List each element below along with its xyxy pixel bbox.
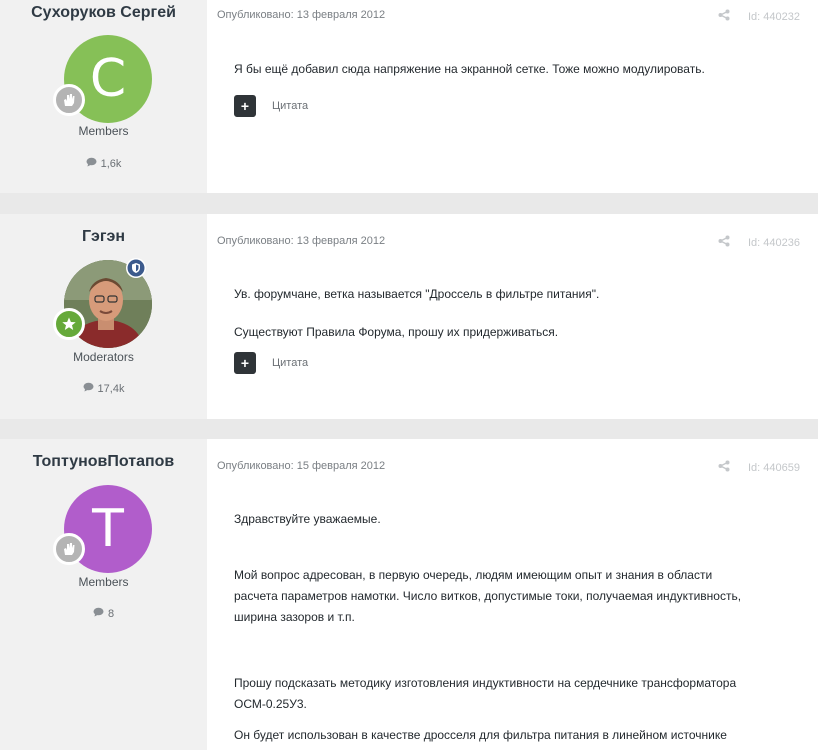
- post-count-value: 8: [107, 607, 115, 620]
- post-count: 17,4k: [0, 382, 207, 395]
- paragraph: Мой вопрос адресован, в первую очередь, …: [234, 568, 713, 582]
- member-group: Members: [78, 124, 129, 138]
- share-icon[interactable]: [718, 460, 730, 475]
- paragraph: Существуют Правила Форума, прошу их прид…: [234, 325, 559, 339]
- paragraph: расчета параметров намотки. Число витков…: [234, 589, 742, 603]
- post-body: Опубликовано: 13 февраля 2012 Id: 440232…: [207, 0, 818, 193]
- multiquote-button[interactable]: +: [234, 352, 256, 374]
- share-icon[interactable]: [718, 235, 730, 250]
- published-date[interactable]: Опубликовано: 13 февраля 2012: [217, 235, 385, 247]
- post-body: Опубликовано: 15 февраля 2012 Id: 440659…: [207, 439, 818, 750]
- rank-star-icon: [53, 308, 85, 340]
- post-count-value: 17,4k: [97, 382, 125, 395]
- paragraph: ОСМ-0.25У3.: [234, 697, 307, 711]
- author-name[interactable]: Сухоруков Сергей: [0, 4, 207, 22]
- post-id: Id: 440659: [748, 461, 800, 474]
- post-count: 1,6k: [0, 157, 207, 170]
- author-panel: Сухоруков Сергей С Members 1,6k: [0, 0, 207, 193]
- post-content: Здравствуйте уважаемые. Мой вопрос адрес…: [234, 509, 741, 746]
- member-group: Members: [78, 575, 129, 589]
- post: ТоптуновПотапов Т Members 8 Опубликовано…: [0, 439, 818, 750]
- quote-button[interactable]: Цитата: [272, 357, 308, 369]
- share-icon[interactable]: [718, 9, 730, 24]
- published-date[interactable]: Опубликовано: 15 февраля 2012: [217, 460, 385, 472]
- post-id: Id: 440232: [748, 10, 800, 23]
- published-date[interactable]: Опубликовано: 13 февраля 2012: [217, 9, 385, 21]
- moderator-shield-icon: [126, 258, 146, 278]
- paragraph: Он будет использован в качестве дросселя…: [234, 728, 727, 742]
- author-name[interactable]: Гэгэн: [0, 228, 207, 246]
- author-panel: Гэгэн Moderators 17,4k: [0, 214, 207, 419]
- quote-row: + Цитата: [234, 352, 308, 374]
- post-body: Опубликовано: 13 февраля 2012 Id: 440236…: [207, 214, 818, 419]
- post: Сухоруков Сергей С Members 1,6k Опублико…: [0, 0, 818, 193]
- author-name[interactable]: ТоптуновПотапов: [0, 453, 207, 471]
- paragraph: Ув. форумчане, ветка называется "Дроссел…: [234, 287, 600, 301]
- paragraph: ширина зазоров и т.п.: [234, 610, 355, 624]
- post: Гэгэн Moderators 17,4k Опубликовано: 13 …: [0, 214, 818, 419]
- quote-button[interactable]: Цитата: [272, 100, 308, 112]
- comment-icon: [93, 607, 104, 620]
- comment-icon: [86, 157, 97, 170]
- member-group: Moderators: [73, 350, 134, 364]
- quote-row: + Цитата: [234, 95, 308, 117]
- post-content: Ув. форумчане, ветка называется "Дроссел…: [234, 284, 599, 342]
- post-count: 8: [0, 607, 207, 620]
- paragraph: Я бы ещё добавил сюда напряжение на экра…: [234, 62, 705, 76]
- avatar-letter: С: [89, 49, 127, 109]
- post-id: Id: 440236: [748, 236, 800, 249]
- multiquote-button[interactable]: +: [234, 95, 256, 117]
- avatar-letter: Т: [92, 499, 124, 559]
- rank-hand-icon: [53, 533, 85, 565]
- author-panel: ТоптуновПотапов Т Members 8: [0, 439, 207, 750]
- comment-icon: [83, 382, 94, 395]
- rank-hand-icon: [53, 84, 85, 116]
- paragraph: Здравствуйте уважаемые.: [234, 512, 381, 526]
- post-content: Я бы ещё добавил сюда напряжение на экра…: [234, 59, 705, 80]
- post-count-value: 1,6k: [100, 157, 122, 170]
- paragraph: Прошу подсказать методику изготовления и…: [234, 676, 737, 690]
